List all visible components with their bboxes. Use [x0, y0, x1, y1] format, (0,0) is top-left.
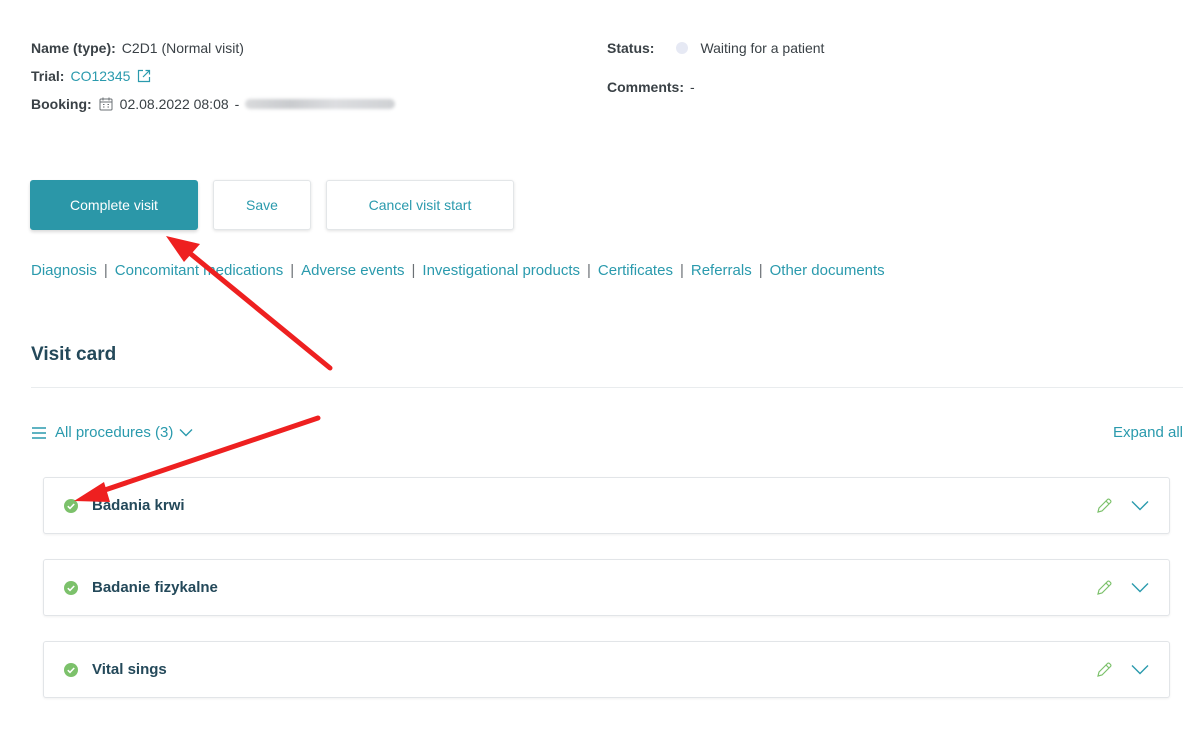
status-dot-icon [676, 42, 689, 54]
link-investigational-products[interactable]: Investigational products [422, 262, 580, 279]
procedure-tools [1095, 579, 1149, 597]
chevron-down-icon[interactable] [1131, 664, 1149, 675]
pencil-icon[interactable] [1095, 579, 1113, 597]
comments-value: - [690, 79, 695, 95]
procedure-name: Vital sings [92, 661, 167, 678]
link-separator: | [758, 262, 763, 279]
document-links: Diagnosis | Concomitant medications | Advers… [31, 262, 885, 279]
check-circle-icon [64, 498, 78, 513]
booking-separator: - [234, 96, 240, 112]
procedures-filter-label: All procedures (3) [55, 424, 174, 441]
link-concomitant-medications[interactable]: Concomitant medications [115, 262, 283, 279]
link-separator: | [103, 262, 108, 279]
booking-datetime: 02.08.2022 08:08 [119, 96, 229, 112]
link-other-documents[interactable]: Other documents [770, 262, 885, 279]
visit-info: Name (type): C2D1 (Normal visit) Trial: … [31, 38, 396, 122]
link-separator: | [411, 262, 416, 279]
comments-row: Comments: - [607, 77, 824, 97]
redacted-name [245, 99, 396, 109]
complete-visit-button[interactable]: Complete visit [30, 180, 198, 230]
link-adverse-events[interactable]: Adverse events [301, 262, 404, 279]
check-circle-icon [64, 662, 78, 677]
chevron-down-icon [179, 429, 193, 437]
external-link-icon[interactable] [136, 68, 152, 84]
procedure-card[interactable]: Vital sings [43, 641, 1170, 698]
visit-actions: Complete visit Save Cancel visit start [30, 180, 514, 230]
check-circle-icon [64, 580, 78, 595]
cancel-visit-start-button[interactable]: Cancel visit start [326, 180, 514, 230]
link-diagnosis[interactable]: Diagnosis [31, 262, 97, 279]
procedure-name: Badania krwi [92, 497, 185, 514]
pencil-icon[interactable] [1095, 497, 1113, 515]
save-button[interactable]: Save [213, 180, 311, 230]
visit-name-label: Name (type): [31, 40, 116, 56]
pencil-icon[interactable] [1095, 661, 1113, 679]
link-referrals[interactable]: Referrals [691, 262, 752, 279]
link-separator: | [587, 262, 591, 279]
status-label: Status: [607, 40, 655, 56]
section-divider [31, 387, 1183, 388]
procedure-name: Badanie fizykalne [92, 579, 218, 596]
building-calendar-icon [98, 96, 114, 112]
visit-name-row: Name (type): C2D1 (Normal visit) [31, 38, 395, 58]
link-separator: | [679, 262, 684, 279]
procedure-card[interactable]: Badania krwi [43, 477, 1170, 534]
visit-name-value: C2D1 (Normal visit) [121, 40, 244, 56]
chevron-down-icon[interactable] [1131, 500, 1149, 511]
trial-link[interactable]: CO12345 [70, 66, 130, 86]
procedure-tools [1095, 497, 1149, 515]
chevron-down-icon[interactable] [1131, 582, 1149, 593]
booking-row: Booking: 02.08.2022 08:08 - [31, 94, 396, 114]
procedure-card[interactable]: Badanie fizykalne [43, 559, 1170, 616]
status-row: Status: Waiting for a patient [607, 38, 824, 58]
visit-status-info: Status: Waiting for a patient Comments: … [607, 38, 824, 116]
menu-lines-icon [32, 426, 46, 439]
visit-card-title: Visit card [31, 344, 117, 365]
booking-label: Booking: [31, 96, 92, 112]
trial-row: Trial: CO12345 [31, 66, 395, 86]
expand-all-link[interactable]: Expand all [1113, 424, 1183, 441]
status-value: Waiting for a patient [700, 40, 825, 56]
trial-label: Trial: [31, 68, 65, 84]
annotation-arrow-complete-visit [166, 236, 333, 371]
link-certificates[interactable]: Certificates [598, 262, 673, 279]
procedure-tools [1095, 661, 1149, 679]
procedures-filter-dropdown[interactable]: All procedures (3) [31, 424, 201, 441]
comments-label: Comments: [607, 79, 685, 95]
link-separator: | [290, 262, 295, 279]
